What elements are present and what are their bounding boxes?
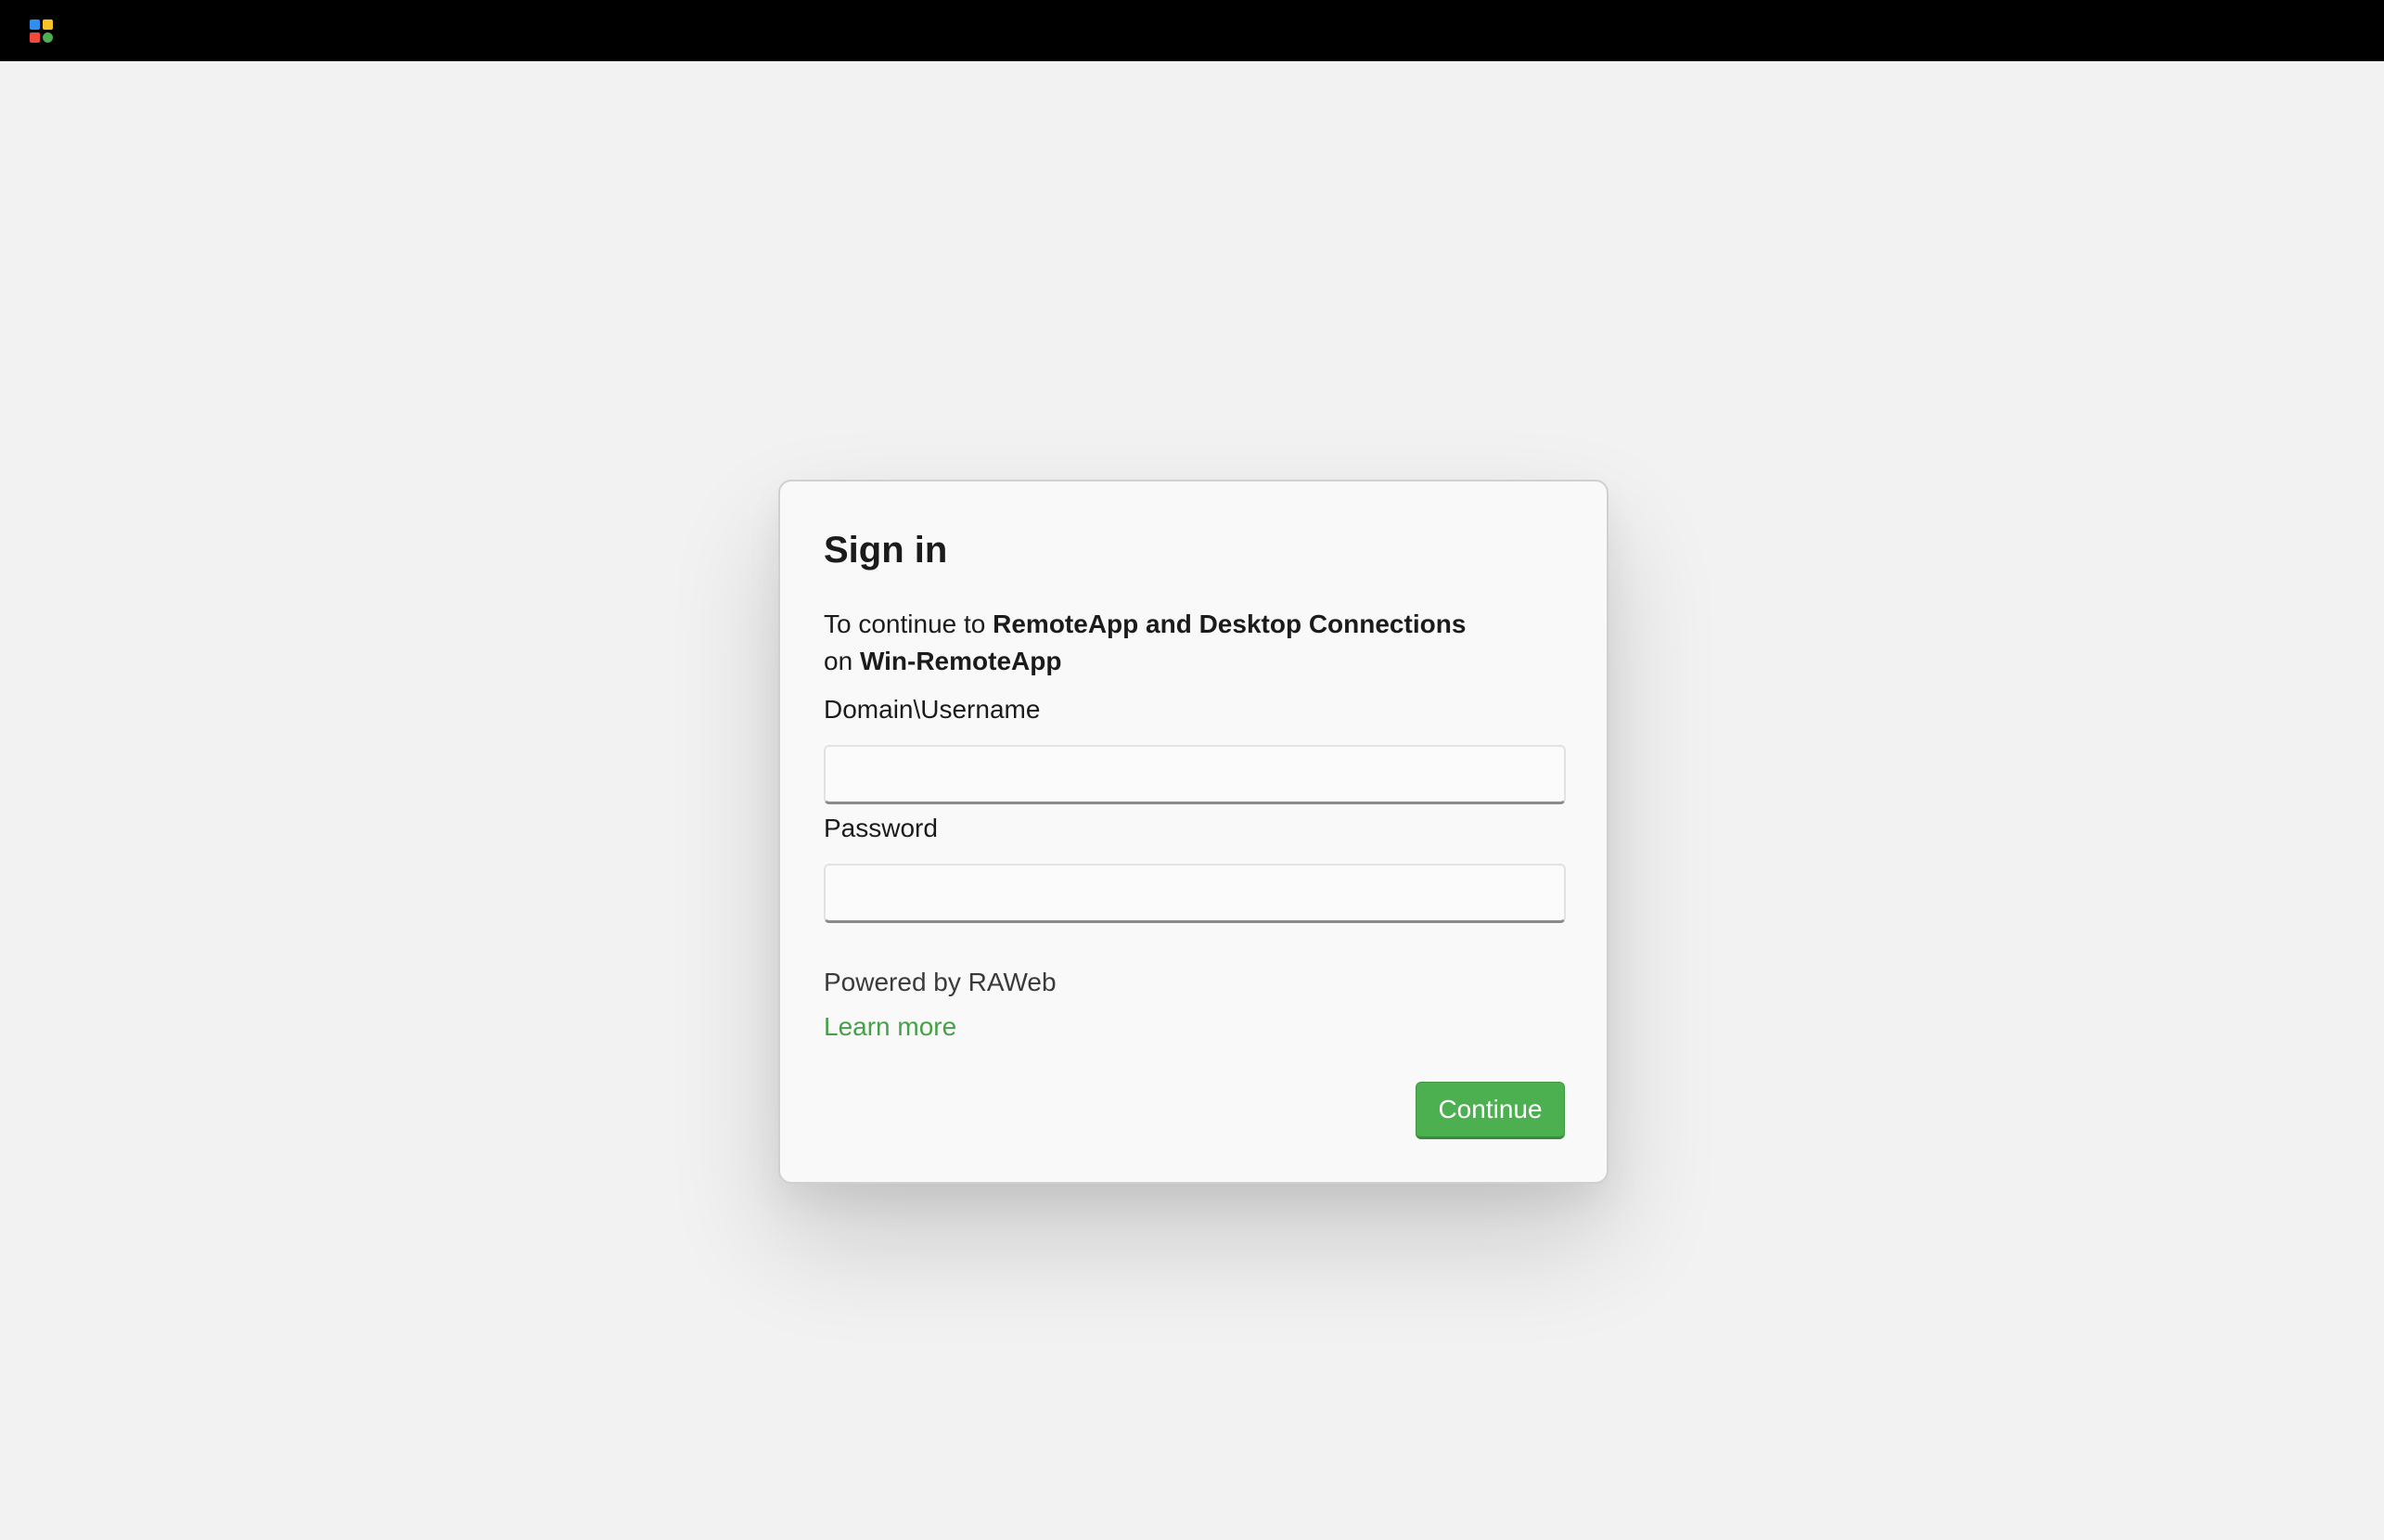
logo-square-yellow xyxy=(43,19,53,30)
password-input[interactable] xyxy=(824,864,1566,923)
app-grid-icon[interactable] xyxy=(30,19,54,44)
logo-square-blue xyxy=(30,19,40,30)
dialog-description: To continue to RemoteApp and Desktop Con… xyxy=(824,606,1566,680)
sign-in-dialog: Sign in To continue to RemoteApp and Des… xyxy=(778,480,1609,1184)
username-input[interactable] xyxy=(824,745,1566,804)
top-bar xyxy=(0,0,2384,61)
server-name: Win-RemoteApp xyxy=(859,647,1062,675)
app-name: RemoteApp and Desktop Connections xyxy=(993,610,1467,638)
dialog-title: Sign in xyxy=(824,530,948,571)
continue-button[interactable]: Continue xyxy=(1416,1082,1565,1139)
username-label: Domain\Username xyxy=(824,695,1041,724)
desc-prefix: To continue to xyxy=(824,610,993,638)
desc-on: on xyxy=(824,647,860,675)
logo-dot-green xyxy=(43,32,53,43)
logo-square-red xyxy=(30,32,40,43)
learn-more-link[interactable]: Learn more xyxy=(824,1012,956,1042)
password-label: Password xyxy=(824,814,938,842)
powered-by-text: Powered by RAWeb xyxy=(824,968,1057,996)
